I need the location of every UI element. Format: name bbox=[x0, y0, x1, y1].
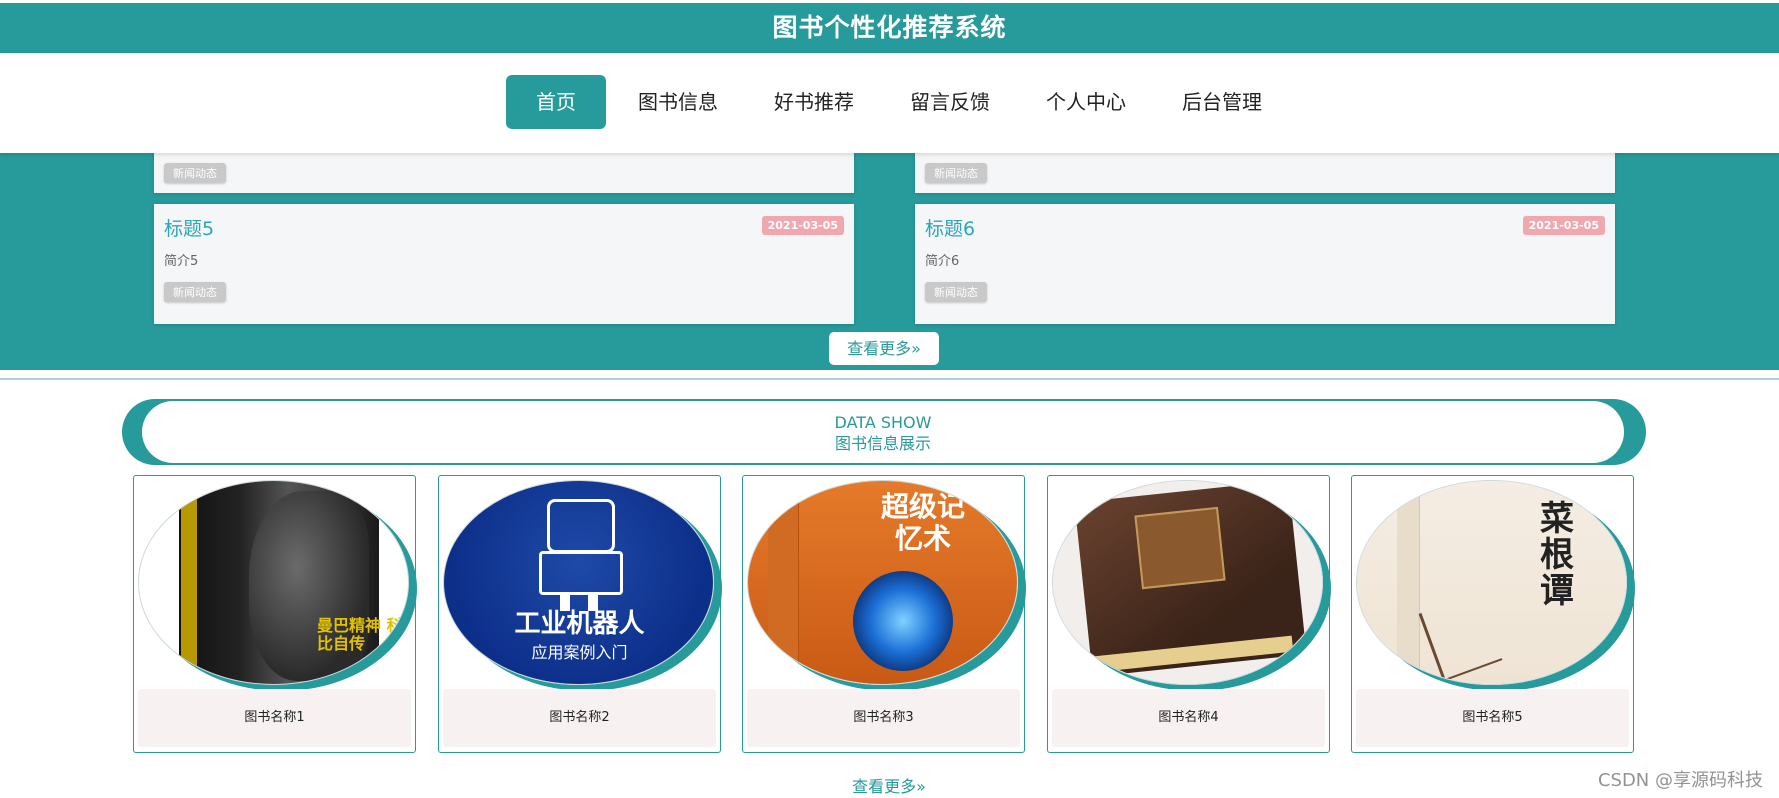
nav-item-feedback[interactable]: 留言反馈 bbox=[886, 75, 1014, 129]
book-cover[interactable]: 工业机器人 应用案例入门 bbox=[443, 480, 714, 685]
book-cover-art: 工业机器人 应用案例入门 bbox=[444, 481, 713, 684]
section-header: DATA SHOW 图书信息展示 bbox=[122, 399, 1646, 465]
nav-item-home[interactable]: 首页 bbox=[506, 75, 606, 129]
book-name[interactable]: 图书名称1 bbox=[138, 689, 411, 747]
book-card[interactable]: 菜根谭 图书名称5 bbox=[1351, 475, 1634, 753]
cover-title: 超级记忆术 bbox=[880, 490, 965, 555]
book-name[interactable]: 图书名称2 bbox=[443, 689, 716, 747]
book-cover[interactable]: 菜根谭 bbox=[1356, 480, 1627, 685]
news-more-label: 查看更多 bbox=[847, 339, 912, 358]
book-name[interactable]: 图书名称4 bbox=[1052, 689, 1325, 747]
book-card[interactable]: 超级记忆术 图书名称3 bbox=[742, 475, 1025, 753]
cover-title: 工业机器人 bbox=[514, 609, 645, 639]
book-card[interactable]: 图书名称4 bbox=[1047, 475, 1330, 753]
book-cover[interactable]: 曼巴精神 科比自传 bbox=[138, 480, 409, 685]
cover-title: 曼巴精神 科比自传 bbox=[317, 616, 403, 653]
section-header-inner: DATA SHOW 图书信息展示 bbox=[142, 401, 1624, 463]
news-date-badge: 2021-03-05 bbox=[1522, 216, 1605, 235]
book-cover-art: 菜根谭 bbox=[1357, 481, 1626, 684]
news-title[interactable]: 标题6 bbox=[925, 214, 975, 241]
news-card[interactable]: 标题5 2021-03-05 简介5 新闻动态 bbox=[154, 204, 854, 324]
book-cover[interactable] bbox=[1052, 480, 1323, 685]
nav-bar: 首页 图书信息 好书推荐 留言反馈 个人中心 后台管理 bbox=[0, 53, 1779, 153]
news-title[interactable]: 标题5 bbox=[164, 214, 214, 241]
books-more-link[interactable]: 查看更多» bbox=[829, 773, 949, 797]
double-chevron-right-icon: » bbox=[911, 339, 921, 358]
news-tag: 新闻动态 bbox=[164, 282, 226, 302]
news-more-button[interactable]: 查看更多» bbox=[829, 332, 939, 365]
section-divider bbox=[0, 378, 1779, 380]
news-section: 新闻动态 新闻动态 标题5 2021-03-05 简介5 新闻动态 标题6 20… bbox=[0, 123, 1779, 370]
books-more-label: 查看更多 bbox=[852, 777, 917, 796]
news-tag: 新闻动态 bbox=[925, 163, 987, 183]
nav-list: 首页 图书信息 好书推荐 留言反馈 个人中心 后台管理 bbox=[506, 75, 1294, 129]
news-summary: 简介5 bbox=[164, 254, 199, 269]
nav-item-admin[interactable]: 后台管理 bbox=[1158, 75, 1286, 129]
watermark: CSDN @享源码科技 bbox=[1597, 770, 1763, 791]
news-date-badge: 2021-03-05 bbox=[761, 216, 844, 235]
nav-item-book-info[interactable]: 图书信息 bbox=[614, 75, 742, 129]
section-title-zh: 图书信息展示 bbox=[834, 434, 931, 453]
site-header: 图书个性化推荐系统 bbox=[0, 3, 1779, 53]
news-summary: 简介6 bbox=[925, 254, 960, 269]
cover-subtitle: 应用案例入门 bbox=[531, 643, 628, 662]
nav-item-profile[interactable]: 个人中心 bbox=[1022, 75, 1150, 129]
book-cover-art: 超级记忆术 bbox=[748, 481, 1017, 684]
book-cover-art: 曼巴精神 科比自传 bbox=[139, 481, 408, 684]
section-title-en: DATA SHOW bbox=[834, 413, 932, 432]
book-cover[interactable]: 超级记忆术 bbox=[747, 480, 1018, 685]
book-name[interactable]: 图书名称5 bbox=[1356, 689, 1629, 747]
book-name[interactable]: 图书名称3 bbox=[747, 689, 1020, 747]
nav-item-recommend[interactable]: 好书推荐 bbox=[750, 75, 878, 129]
book-card[interactable]: 曼巴精神 科比自传 图书名称1 bbox=[133, 475, 416, 753]
book-cover-art bbox=[1053, 481, 1322, 684]
site-title: 图书个性化推荐系统 bbox=[772, 13, 1007, 42]
book-card[interactable]: 工业机器人 应用案例入门 图书名称2 bbox=[438, 475, 721, 753]
double-chevron-right-icon: » bbox=[916, 777, 926, 796]
news-card[interactable]: 标题6 2021-03-05 简介6 新闻动态 bbox=[915, 204, 1615, 324]
news-tag: 新闻动态 bbox=[925, 282, 987, 302]
cover-title: 菜根谭 bbox=[1540, 499, 1574, 611]
news-tag: 新闻动态 bbox=[164, 163, 226, 183]
